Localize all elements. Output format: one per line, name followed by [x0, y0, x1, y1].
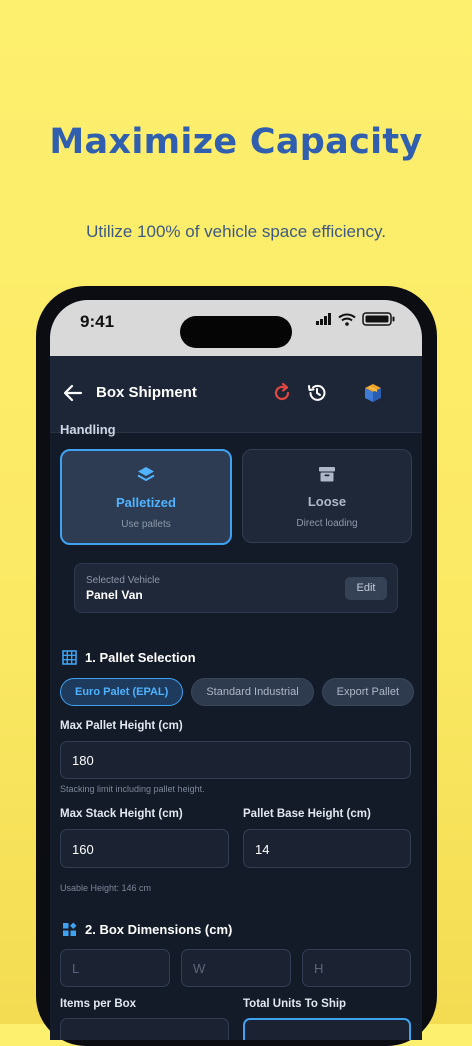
dynamic-island	[180, 316, 292, 348]
handling-option-subtitle: Direct loading	[296, 518, 358, 529]
selected-vehicle-value: Panel Van	[86, 588, 143, 602]
box-width-input[interactable]: W	[181, 949, 291, 987]
box-section-header: 2. Box Dimensions (cm)	[62, 922, 232, 937]
wifi-icon	[338, 313, 356, 326]
handling-option-title: Loose	[307, 494, 347, 509]
box-section-title: 2. Box Dimensions (cm)	[85, 922, 233, 937]
widgets-icon	[63, 922, 77, 936]
selected-vehicle-card: Selected Vehicle Panel Van Edit	[74, 563, 398, 613]
handling-option-palletized[interactable]: Palletized Use pallets	[60, 449, 232, 545]
pallet-section-title: 1. Pallet Selection	[85, 650, 196, 665]
app-screen: 9:41 Box Shipment Handling Palletized Us…	[50, 300, 422, 1040]
handling-option-title: Palletized	[116, 495, 176, 510]
pallet-chip-row: Euro Palet (EPAL) Standard Industrial Ex…	[60, 678, 415, 706]
max-pallet-height-hint: Stacking limit including pallet height.	[60, 784, 205, 794]
chip-standard-industrial[interactable]: Standard Industrial	[191, 678, 314, 706]
layers-icon	[137, 467, 155, 481]
promo-subline: Utilize 100% of vehicle space efficiency…	[86, 222, 386, 241]
status-time: 9:41	[80, 312, 115, 331]
max-stack-height-input[interactable]: 160	[60, 829, 229, 868]
pallet-base-height-input[interactable]: 14	[243, 829, 411, 868]
refresh-icon[interactable]	[271, 382, 293, 404]
back-arrow-icon[interactable]	[62, 382, 84, 404]
box-length-input[interactable]: L	[60, 949, 170, 987]
pallet-base-height-label: Pallet Base Height (cm)	[243, 808, 371, 820]
max-stack-height-label: Max Stack Height (cm)	[60, 808, 183, 820]
max-pallet-height-label: Max Pallet Height (cm)	[60, 720, 183, 732]
usable-height-hint: Usable Height: 146 cm	[60, 883, 152, 893]
total-units-input[interactable]	[243, 1018, 411, 1040]
status-bar: 9:41	[50, 300, 422, 356]
items-per-box-input[interactable]	[60, 1018, 229, 1040]
handling-label: Handling	[60, 422, 116, 437]
signal-icon	[316, 313, 331, 325]
selected-vehicle-label: Selected Vehicle	[86, 575, 160, 586]
battery-icon	[362, 312, 395, 326]
history-icon[interactable]	[306, 382, 328, 404]
boxes-logo-icon	[365, 384, 381, 402]
handling-option-loose[interactable]: Loose Direct loading	[242, 449, 412, 543]
box-height-input[interactable]: H	[302, 949, 411, 987]
archive-box-icon	[319, 467, 335, 482]
chip-export-pallet[interactable]: Export Pallet	[321, 678, 415, 706]
total-units-label: Total Units To Ship	[243, 998, 347, 1010]
grid-icon	[62, 650, 77, 665]
items-per-box-label: Items per Box	[60, 998, 137, 1010]
promo-headline: Maximize Capacity	[49, 122, 423, 162]
pallet-section-header: 1. Pallet Selection	[62, 650, 196, 665]
max-pallet-height-input[interactable]: 180	[60, 741, 411, 779]
chip-euro-palet[interactable]: Euro Palet (EPAL)	[60, 678, 184, 706]
screen-title: Box Shipment	[96, 384, 197, 401]
edit-vehicle-button[interactable]: Edit	[345, 577, 387, 600]
handling-option-subtitle: Use pallets	[121, 519, 171, 530]
